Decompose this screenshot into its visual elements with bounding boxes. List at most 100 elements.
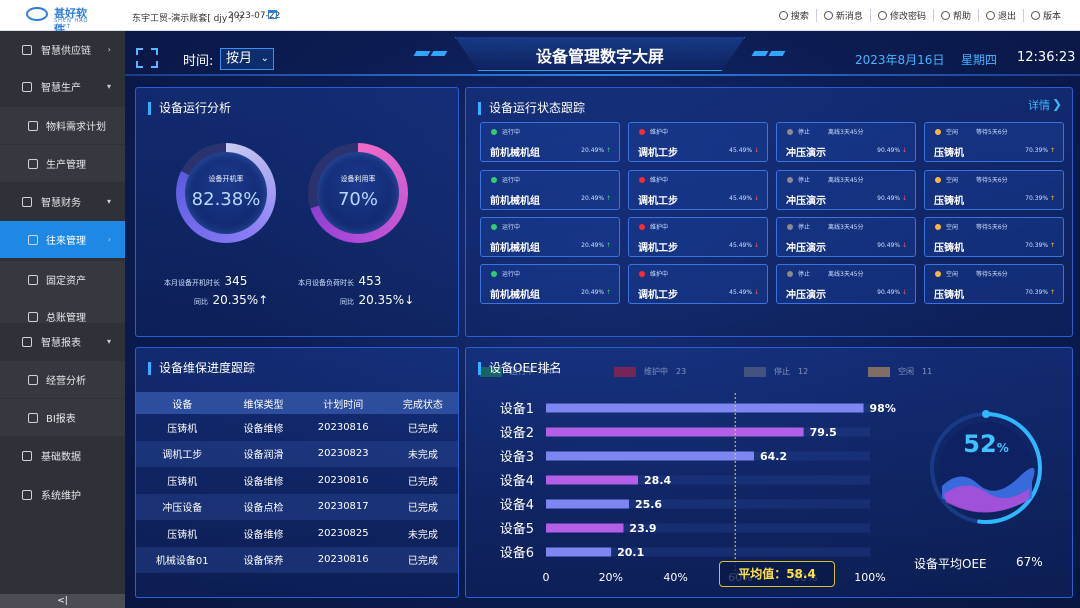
sidebar-item[interactable]: 智慧财务 ▾	[0, 183, 125, 220]
sidebar-item[interactable]: 固定资产	[0, 261, 125, 298]
tool-message[interactable]: 新消息	[815, 9, 870, 22]
status-percent: 45.49% ↓	[729, 147, 759, 154]
column-header: 完成状态	[387, 392, 458, 414]
status-card[interactable]: 运行中 前机械机组 20.49% ↑	[480, 217, 620, 257]
collapse-sidebar-button[interactable]: <|	[0, 594, 125, 608]
toolbar: 搜索 新消息 修改密码 帮助 退出 版本	[772, 9, 1068, 22]
sidebar-item[interactable]: 往来管理 ›	[0, 221, 125, 258]
tool-power[interactable]: 退出	[977, 9, 1023, 22]
tool-lock[interactable]: 修改密码	[869, 9, 933, 22]
status-card[interactable]: 停止 离线3天45分 冲压演示 90.49% ↓	[776, 122, 916, 162]
ring-marker	[982, 410, 990, 418]
fullscreen-icon[interactable]	[136, 48, 158, 68]
sidebar-item-label: 智慧供应链	[41, 46, 91, 57]
table-cell: 20230825	[317, 527, 369, 539]
yoy-value: 20.35%	[358, 293, 405, 307]
status-card[interactable]: 运行中 前机械机组 20.49% ↑	[480, 264, 620, 304]
tool-label: 修改密码	[889, 12, 926, 22]
sidebar-item[interactable]: 物料需求计划	[0, 107, 125, 144]
status-card[interactable]: 维护中 调机工步 45.49% ↓	[628, 170, 768, 210]
percent-value: 90.49%	[877, 289, 901, 296]
status-card[interactable]: 运行中 前机械机组 20.49% ↑	[480, 122, 620, 162]
tool-label: 新消息	[835, 12, 863, 22]
status-card[interactable]: 空闲 等待5天6分 压铸机 70.39% ↑	[924, 170, 1064, 210]
table-row[interactable]: 压铸机 设备维修 20230816 已完成	[136, 414, 458, 441]
arrow-up-icon: ↑	[258, 293, 269, 307]
arrow-up-icon: ↑	[605, 289, 611, 296]
chevron-right-icon: ❯	[1051, 97, 1062, 111]
table-row[interactable]: 冲压设备 设备点检 20230817 已完成	[136, 493, 458, 520]
status-card[interactable]: 空闲 等待5天6分 压铸机 70.39% ↑	[924, 122, 1064, 162]
sidebar-item[interactable]: 经营分析	[0, 361, 125, 398]
status-percent: 90.49% ↓	[877, 195, 907, 202]
tool-search[interactable]: 搜索	[772, 9, 816, 22]
table-cell: 20230816	[317, 474, 369, 486]
percent-value: 20.49%	[581, 147, 605, 154]
status-card[interactable]: 停止 离线3天45分 冲压演示 90.49% ↓	[776, 170, 916, 210]
logo-mark-icon	[26, 7, 48, 21]
status-card[interactable]: 运行中 前机械机组 20.49% ↑	[480, 170, 620, 210]
percent-value: 70.39%	[1025, 242, 1049, 249]
status-card[interactable]: 维护中 调机工步 45.49% ↓	[628, 264, 768, 304]
status-card[interactable]: 空闲 等待5天6分 压铸机 70.39% ↑	[924, 264, 1064, 304]
load-yoy: 同比 20.35%↓	[340, 293, 414, 307]
runtime-yoy: 同比 20.35%↑	[194, 293, 268, 307]
status-card[interactable]: 维护中 调机工步 45.49% ↓	[628, 122, 768, 162]
status-label: 空闲	[946, 177, 959, 184]
arrow-up-icon: ↑	[1049, 147, 1055, 154]
table-row[interactable]: 压铸机 设备维修 20230825 未完成	[136, 520, 458, 547]
status-label: 空闲	[946, 224, 959, 231]
table-row[interactable]: 压铸机 设备维修 20230816 已完成	[136, 467, 458, 494]
brand-logo[interactable]: 甚好软件 SHEN HAO SOFT	[26, 5, 96, 36]
gauge-label: 设备利用率	[340, 175, 376, 183]
sidebar-item[interactable]: 智慧报表 ▾	[0, 323, 125, 360]
sidebar-item[interactable]: 系统维护	[0, 476, 125, 513]
sidebar-item[interactable]: BI报表	[0, 399, 125, 436]
status-label: 运行中	[502, 224, 521, 231]
status-card[interactable]: 维护中 调机工步 45.49% ↓	[628, 217, 768, 257]
sidebar-item-label: 固定资产	[46, 276, 86, 287]
status-card[interactable]: 停止 离线3天45分 冲压演示 90.49% ↓	[776, 264, 916, 304]
sidebar-item[interactable]: 智慧生产 ▾	[0, 68, 125, 105]
table-cell: 已完成	[407, 423, 438, 435]
tool-help[interactable]: 帮助	[932, 9, 978, 22]
table-row[interactable]: 机械设备01 设备保养 20230816 已完成	[136, 546, 458, 573]
details-link[interactable]: 详情 ❯	[1028, 97, 1062, 113]
oee-bar	[546, 403, 864, 413]
ring-number: 52	[963, 430, 997, 458]
status-percent: 70.39% ↑	[1025, 289, 1055, 296]
sidebar-item-label: 系统维护	[41, 491, 81, 502]
status-card[interactable]: 空闲 等待5天6分 压铸机 70.39% ↑	[924, 217, 1064, 257]
column-header: 计划时间	[298, 392, 388, 414]
tool-info[interactable]: 版本	[1022, 9, 1068, 22]
status-label: 运行中	[502, 177, 521, 184]
status-duration: 离线3天45分	[828, 271, 864, 278]
calendar-icon[interactable]	[268, 10, 277, 19]
sidebar-item[interactable]: 基础数据	[0, 437, 125, 474]
sidebar-item-label: 智慧报表	[41, 338, 81, 349]
status-percent: 20.49% ↑	[581, 195, 611, 202]
time-period-value: 按月	[226, 51, 253, 66]
sidebar-item[interactable]: 生产管理	[0, 145, 125, 182]
time-period-select[interactable]: 按月 ⌄	[220, 48, 274, 70]
status-card[interactable]: 停止 离线3天45分 冲压演示 90.49% ↓	[776, 217, 916, 257]
table-cell: 未完成	[387, 440, 458, 467]
percent-value: 70.39%	[1025, 147, 1049, 154]
category-label: 设备1	[500, 401, 534, 417]
status-label: 运行中	[502, 271, 521, 278]
arrow-down-icon: ↓	[753, 242, 759, 249]
company-selector[interactable]: 东宇工贸-演示账套[ djy ] ▽	[132, 11, 243, 24]
status-duration: 等待5天6分	[976, 224, 1008, 231]
status-dot-icon	[639, 129, 645, 135]
sidebar-item[interactable]: 智慧供应链 ›	[0, 31, 125, 68]
table-row[interactable]: 调机工步 设备润滑 20230823 未完成	[136, 440, 458, 467]
dashboard-header: 时间: 按月 ⌄ 设备管理数字大屏 2023年8月16日 星期四 12:36:23	[125, 31, 1080, 77]
category-label: 设备3	[500, 449, 534, 465]
status-label: 运行中	[502, 129, 521, 136]
equipment-name: 冲压演示	[786, 196, 826, 207]
menu-icon	[22, 336, 32, 347]
percent-value: 70.39%	[1025, 195, 1049, 202]
tool-label: 版本	[1042, 12, 1061, 22]
x-tick-label: 0	[543, 571, 550, 584]
sidebar-item-label: 往来管理	[46, 236, 86, 247]
